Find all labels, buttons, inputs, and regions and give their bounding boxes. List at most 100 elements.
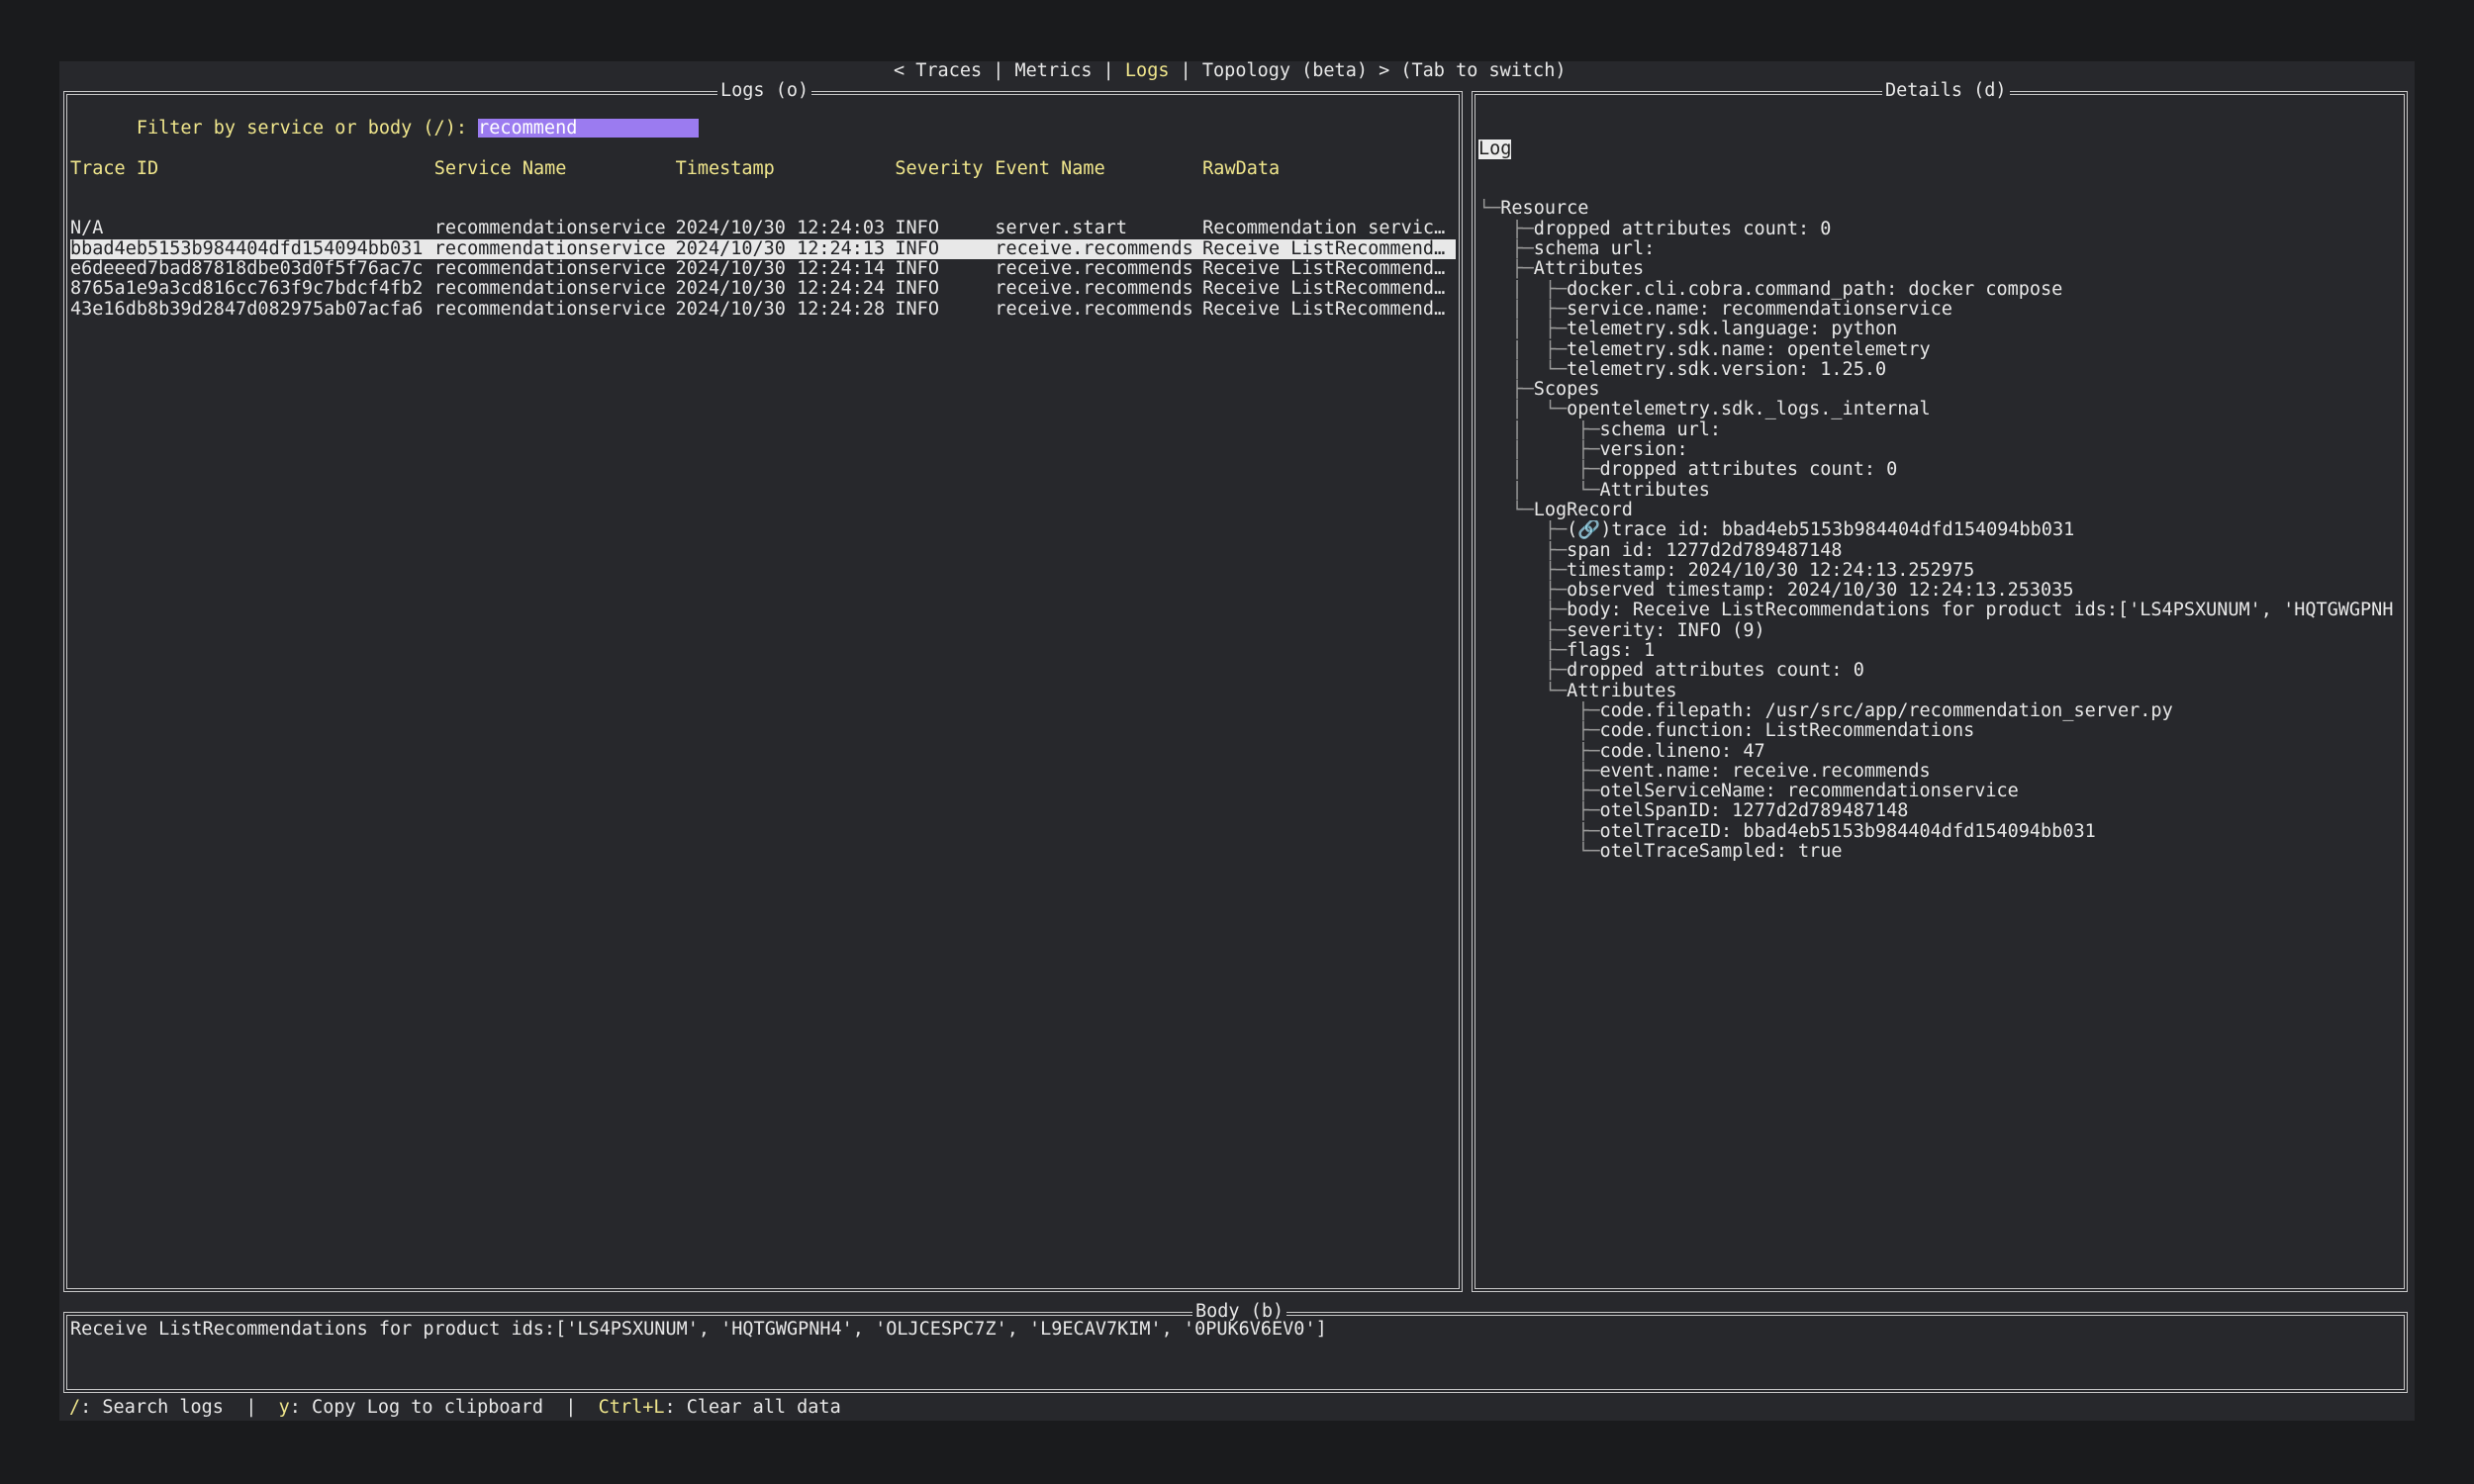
- tree-node[interactable]: │ └─Attributes: [1478, 481, 2403, 501]
- keybinding-description: : Search logs: [80, 1397, 224, 1418]
- tree-node[interactable]: │ ├─telemetry.sdk.name: opentelemetry: [1478, 340, 2403, 360]
- tree-guide: ├─: [1478, 700, 1600, 721]
- tree-node[interactable]: ├─otelSpanID: 1277d2d789487148: [1478, 801, 2403, 821]
- tree-node[interactable]: ├─dropped attributes count: 0: [1478, 661, 2403, 681]
- tree-node[interactable]: └─LogRecord: [1478, 501, 2403, 520]
- table-row[interactable]: 43e16db8b39d2847d082975ab07acfa6 recommen…: [70, 300, 1456, 320]
- tab-topology[interactable]: Topology (beta): [1202, 60, 1368, 81]
- tree-guide: ├─: [1478, 601, 1568, 621]
- tree-node[interactable]: ├─code.filepath: /usr/src/app/recommenda…: [1478, 701, 2403, 721]
- tree-node[interactable]: ├─event.name: receive.recommends: [1478, 762, 2403, 782]
- tab-prev-arrow[interactable]: <: [894, 60, 915, 81]
- table-cell: receive.recommends: [995, 279, 1193, 300]
- tree-guide: │ ├─: [1478, 440, 1600, 461]
- tree-node[interactable]: │ └─opentelemetry.sdk._logs._internal: [1478, 400, 2403, 419]
- table-cell: Receive ListRecommenda…: [1202, 279, 1456, 300]
- tree-node-label: Attributes: [1567, 681, 1677, 701]
- tree-node[interactable]: ├─span id: 1277d2d789487148: [1478, 541, 2403, 561]
- tree-node[interactable]: ├─Scopes: [1478, 380, 2403, 400]
- tab-metrics[interactable]: Metrics: [1015, 60, 1093, 81]
- tree-node[interactable]: ├─Attributes: [1478, 259, 2403, 279]
- tab-traces[interactable]: Traces: [915, 60, 982, 81]
- table-cell: 43e16db8b39d2847d082975ab07acfa6: [70, 299, 424, 320]
- tree-node[interactable]: └─Resource: [1478, 199, 2403, 219]
- column-header[interactable]: Severity: [895, 159, 995, 179]
- tree-node[interactable]: ├─schema url:: [1478, 239, 2403, 259]
- body-panel[interactable]: Body (b) Receive ListRecommendations for…: [63, 1301, 2408, 1393]
- table-cell: INFO: [895, 259, 939, 280]
- tree-node-label: telemetry.sdk.version: 1.25.0: [1567, 359, 1887, 380]
- tree-node[interactable]: │ └─telemetry.sdk.version: 1.25.0: [1478, 360, 2403, 380]
- tree-node[interactable]: ├─otelTraceID: bbad4eb5153b984404dfd1540…: [1478, 822, 2403, 842]
- tree-node[interactable]: ├─severity: INFO (9): [1478, 621, 2403, 641]
- tree-root-log[interactable]: Log: [1478, 139, 1512, 159]
- column-header[interactable]: Trace ID: [70, 159, 434, 179]
- table-cell: e6deeed7bad87818dbe03d0f5f76ac7c: [70, 259, 424, 280]
- tree-node[interactable]: ├─code.function: ListRecommendations: [1478, 721, 2403, 741]
- tree-node[interactable]: │ ├─docker.cli.cobra.command_path: docke…: [1478, 280, 2403, 300]
- table-row[interactable]: bbad4eb5153b984404dfd154094bb031 recommen…: [70, 238, 1456, 260]
- table-cell: INFO: [895, 299, 939, 320]
- details-panel[interactable]: Details (d) Log └─Resource ├─dropped att…: [1472, 80, 2408, 1292]
- table-row[interactable]: e6deeed7bad87818dbe03d0f5f76ac7c recommen…: [70, 259, 1456, 279]
- tree-node[interactable]: ├─dropped attributes count: 0: [1478, 220, 2403, 239]
- tree-node[interactable]: ├─(🔗)trace id: bbad4eb5153b984404dfd1540…: [1478, 520, 2403, 540]
- tab-logs[interactable]: Logs: [1125, 60, 1170, 81]
- tree-guide: │ ├─: [1478, 299, 1568, 320]
- tree-guide: ├─: [1478, 761, 1600, 782]
- tree-node[interactable]: ├─observed timestamp: 2024/10/30 12:24:1…: [1478, 581, 2403, 601]
- logs-panel[interactable]: Logs (o) Filter by service or body (/): …: [63, 80, 1463, 1292]
- tree-guide: ├─: [1478, 560, 1568, 581]
- tree-node-label: otelTraceID: bbad4eb5153b984404dfd154094…: [1599, 821, 2096, 842]
- tree-node[interactable]: └─otelTraceSampled: true: [1478, 842, 2403, 862]
- tree-node-label: telemetry.sdk.language: python: [1567, 320, 1898, 340]
- tree-guide: ├─: [1478, 641, 1568, 662]
- column-header[interactable]: Event Name: [995, 159, 1202, 179]
- table-cell: bbad4eb5153b984404dfd154094bb031: [70, 238, 424, 259]
- tree-node-label: dropped attributes count: 0: [1567, 661, 1864, 682]
- table-cell: INFO: [895, 219, 939, 239]
- tree-node[interactable]: ├─body: Receive ListRecommendations for …: [1478, 601, 2403, 620]
- footer-separator: |: [542, 1397, 599, 1418]
- tree-guide: │ └─: [1478, 400, 1568, 420]
- tree-node[interactable]: │ ├─schema url:: [1478, 420, 2403, 440]
- tab-separator: |: [1169, 60, 1202, 81]
- tree-node[interactable]: │ ├─telemetry.sdk.language: python: [1478, 320, 2403, 339]
- tree-node[interactable]: └─Attributes: [1478, 682, 2403, 701]
- tree-guide: └─: [1478, 199, 1501, 220]
- tab-bar: < Traces | Metrics | Logs | Topology (be…: [894, 60, 1567, 81]
- keybinding-description: : Copy Log to clipboard: [289, 1397, 543, 1418]
- tree-guide: ├─: [1478, 721, 1600, 742]
- tab-switch-hint: > (Tab to switch): [1367, 60, 1567, 81]
- tree-node[interactable]: │ ├─service.name: recommendationservice: [1478, 300, 2403, 320]
- tree-node[interactable]: ├─otelServiceName: recommendationservice: [1478, 782, 2403, 801]
- tree-node-label: severity: INFO (9): [1567, 620, 1765, 641]
- table-cell: recommendationservice: [433, 219, 666, 239]
- column-header[interactable]: Timestamp: [676, 159, 896, 179]
- table-cell: INFO: [895, 238, 939, 259]
- table-row[interactable]: N/A recommendationservice 2024/10/30 12:24…: [70, 219, 1456, 238]
- tree-node-label: opentelemetry.sdk._logs._internal: [1567, 400, 1931, 420]
- tree-guide: ├─: [1478, 520, 1568, 541]
- logs-table: Trace ID Service Name Timestamp Severity Eve…: [70, 119, 1456, 360]
- tree-node-label: code.function: ListRecommendations: [1599, 721, 1975, 742]
- column-header[interactable]: RawData: [1202, 159, 1456, 179]
- tree-guide: ├─: [1478, 380, 1534, 401]
- table-cell: 8765a1e9a3cd816cc763f9c7bdcf4fb2: [70, 279, 424, 300]
- terminal-window: < Traces | Metrics | Logs | Topology (be…: [59, 60, 2415, 1421]
- table-cell: recommendationservice: [433, 238, 666, 259]
- table-cell: N/A: [70, 219, 104, 239]
- column-header[interactable]: Service Name: [434, 159, 676, 179]
- tree-node-label: otelSpanID: 1277d2d789487148: [1599, 801, 1909, 822]
- tree-node[interactable]: ├─code.lineno: 47: [1478, 742, 2403, 762]
- tree-node-label: event.name: receive.recommends: [1599, 761, 1931, 782]
- tree-node-label: observed timestamp: 2024/10/30 12:24:13.…: [1567, 581, 2074, 602]
- tree-node[interactable]: │ ├─version:: [1478, 440, 2403, 460]
- table-cell: 2024/10/30 12:24:28: [675, 299, 886, 320]
- tree-node[interactable]: ├─flags: 1: [1478, 641, 2403, 661]
- tree-node[interactable]: ├─timestamp: 2024/10/30 12:24:13.252975: [1478, 561, 2403, 581]
- table-cell: recommendationservice: [433, 259, 666, 280]
- tab-separator: |: [1092, 60, 1125, 81]
- tree-node[interactable]: │ ├─dropped attributes count: 0: [1478, 460, 2403, 480]
- table-row[interactable]: 8765a1e9a3cd816cc763f9c7bdcf4fb2 recommen…: [70, 279, 1456, 299]
